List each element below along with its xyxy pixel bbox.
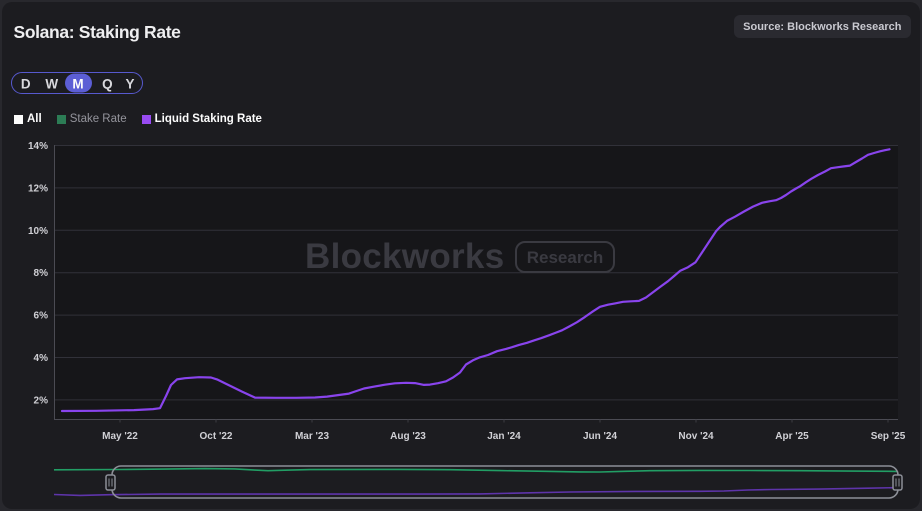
svg-text:Aug '23: Aug '23: [390, 431, 426, 442]
svg-text:10%: 10%: [28, 226, 48, 237]
svg-text:Blockworks: Blockworks: [305, 237, 504, 276]
svg-text:Mar '23: Mar '23: [295, 431, 330, 442]
svg-text:Jan '24: Jan '24: [487, 431, 521, 442]
svg-text:Oct '22: Oct '22: [200, 431, 233, 442]
svg-text:Nov '24: Nov '24: [678, 431, 714, 442]
svg-text:Apr '25: Apr '25: [775, 431, 809, 442]
svg-text:8%: 8%: [34, 268, 49, 279]
svg-text:Jun '24: Jun '24: [583, 431, 617, 442]
svg-text:Sep '25: Sep '25: [871, 431, 906, 442]
svg-text:4%: 4%: [34, 353, 49, 364]
svg-text:Research: Research: [527, 248, 604, 267]
svg-text:6%: 6%: [34, 311, 49, 322]
svg-text:14%: 14%: [28, 141, 48, 152]
svg-text:May '22: May '22: [102, 431, 138, 442]
svg-text:2%: 2%: [34, 395, 49, 406]
svg-text:12%: 12%: [28, 183, 48, 194]
